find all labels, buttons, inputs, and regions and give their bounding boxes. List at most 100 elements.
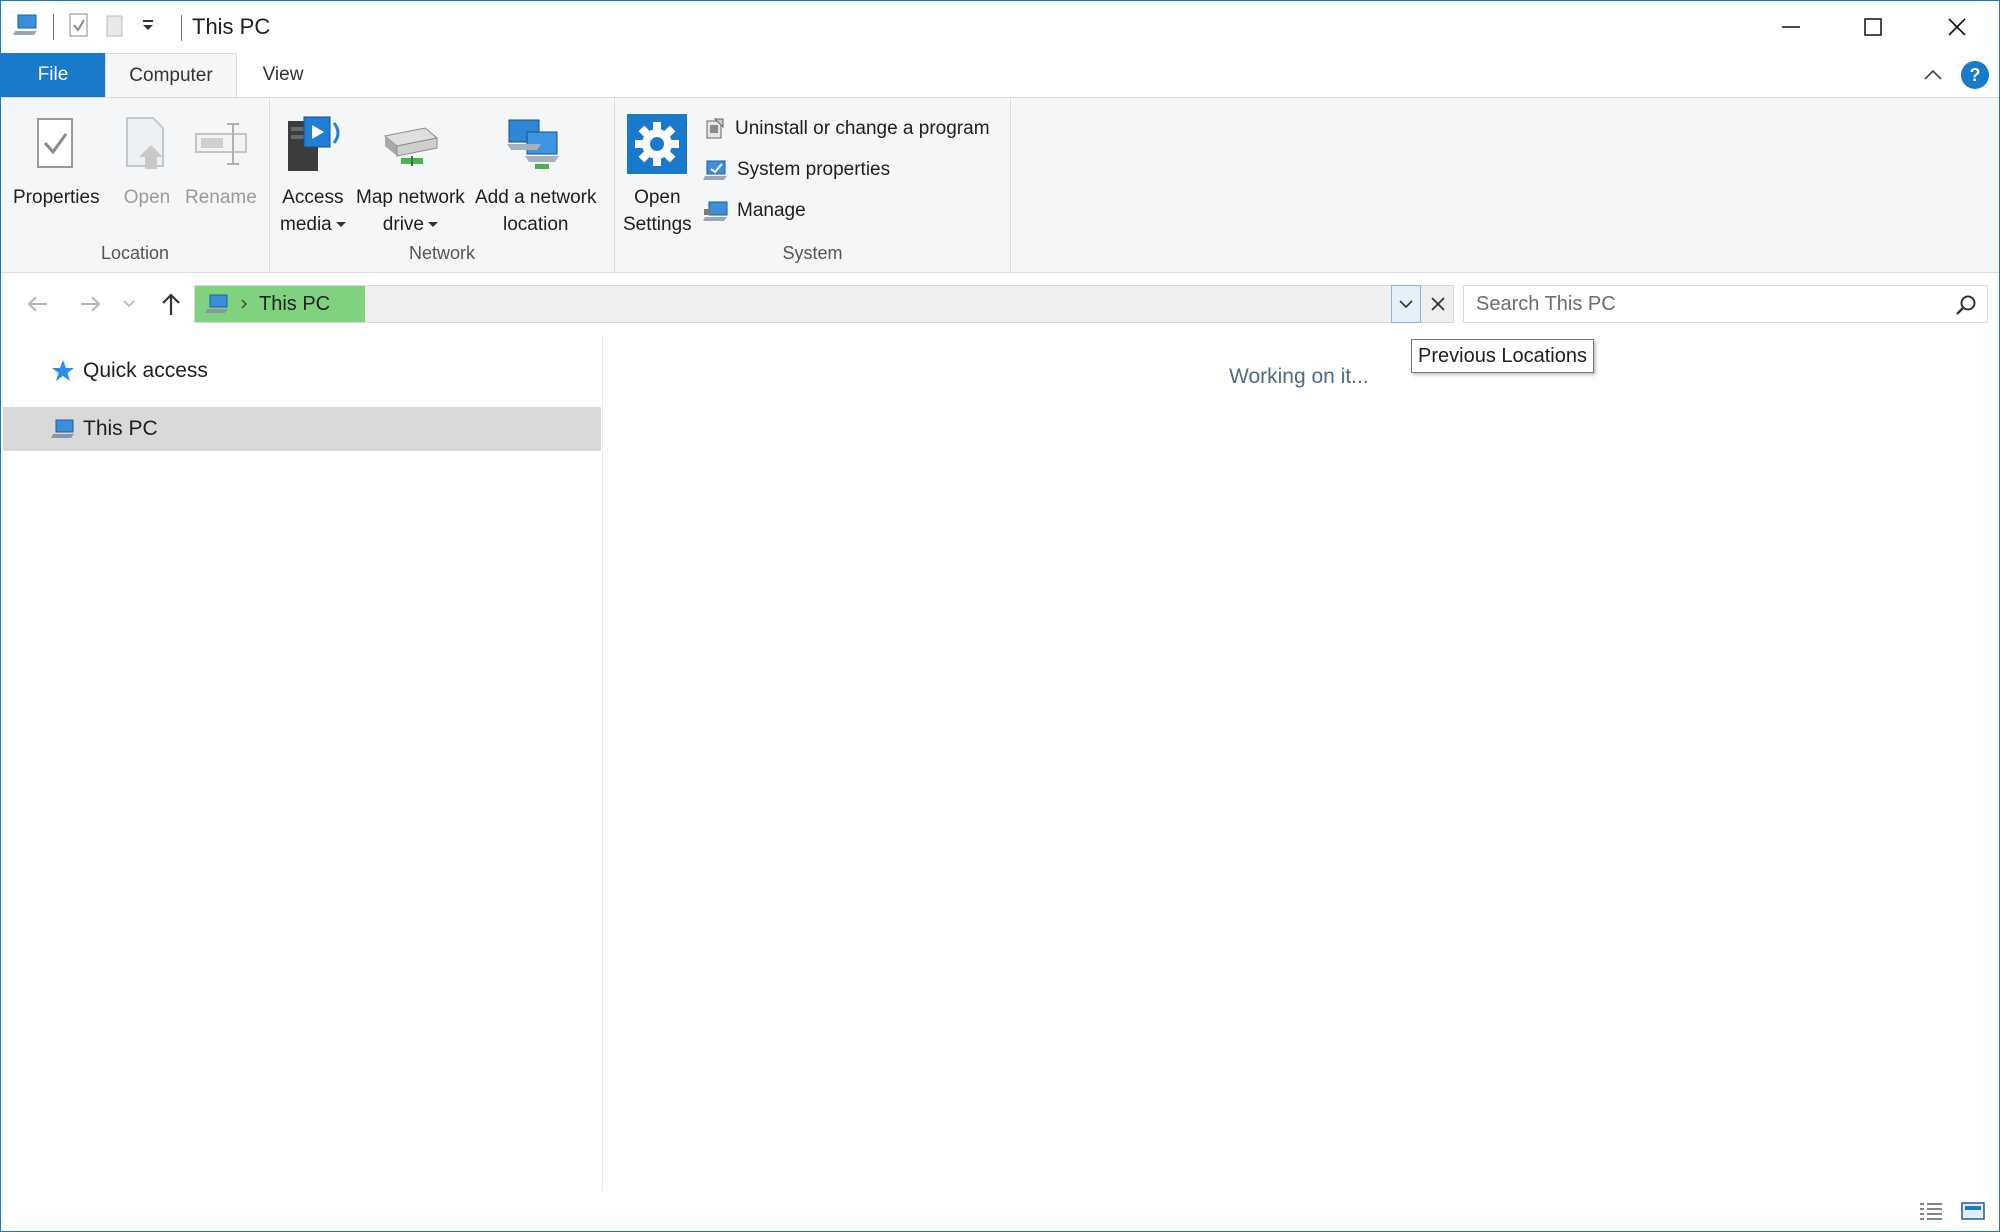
chevron-right-icon xyxy=(241,299,248,309)
forward-button[interactable] xyxy=(73,287,107,321)
details-view-button[interactable] xyxy=(1917,1199,1945,1223)
close-icon xyxy=(1431,297,1445,311)
search-input[interactable]: Search This PC xyxy=(1463,285,1988,323)
properties-button[interactable]: Properties xyxy=(13,108,100,211)
properties-qat-icon[interactable] xyxy=(68,12,90,43)
nav-item-label: This PC xyxy=(83,417,158,440)
maximize-icon xyxy=(1864,18,1882,36)
chevron-up-icon xyxy=(1924,69,1942,80)
network-drive-icon xyxy=(378,108,442,180)
help-button[interactable]: ? xyxy=(1961,61,1989,89)
back-button[interactable] xyxy=(21,287,55,321)
this-pc-icon xyxy=(51,419,74,438)
rename-icon xyxy=(189,108,253,180)
rename-label: Rename xyxy=(185,187,257,208)
up-arrow-icon xyxy=(162,293,180,315)
breadcrumb-this-pc[interactable]: This PC xyxy=(259,293,330,316)
add-network-location-label-line1: Add a network xyxy=(475,187,597,208)
address-bar[interactable]: This PC xyxy=(194,285,1454,323)
new-folder-qat-icon[interactable] xyxy=(104,12,126,43)
nav-item-quick-access[interactable]: Quick access xyxy=(3,349,601,393)
manage-button[interactable]: Manage xyxy=(703,193,806,229)
network-group-label: Network xyxy=(408,243,475,263)
map-network-drive-label-line1: Map network xyxy=(356,187,465,208)
open-settings-label-line2: Settings xyxy=(623,214,692,235)
large-icons-view-button[interactable] xyxy=(1959,1199,1987,1223)
access-media-label-line1: Access xyxy=(282,187,344,208)
map-network-drive-label-line2: drive xyxy=(382,214,424,235)
address-bar-row: This PC Search This PC xyxy=(1,273,1999,335)
recent-locations-button[interactable] xyxy=(117,287,141,321)
navigation-pane: Quick access This PC xyxy=(1,335,603,1191)
uninstall-program-button[interactable]: Uninstall or change a program xyxy=(703,111,990,147)
open-settings-button[interactable]: Open Settings xyxy=(623,108,692,238)
title-separator xyxy=(181,15,182,41)
ribbon-group-location: Properties Open Rename Location xyxy=(1,98,270,272)
nav-item-label: Quick access xyxy=(83,359,208,382)
uninstall-program-label: Uninstall or change a program xyxy=(735,118,990,139)
tab-file[interactable]: File xyxy=(1,53,105,97)
tab-computer[interactable]: Computer xyxy=(105,53,237,98)
loading-status-text: Working on it... xyxy=(1229,365,1369,388)
ribbon-group-network: Access media Map network drive Add a net… xyxy=(270,98,615,272)
up-button[interactable] xyxy=(154,287,188,321)
media-server-icon xyxy=(281,108,345,180)
dropdown-caret-icon xyxy=(427,222,438,228)
system-properties-button[interactable]: System properties xyxy=(703,152,890,188)
ribbon-tab-row: File Computer View ? xyxy=(1,53,1999,98)
open-icon xyxy=(115,108,179,180)
map-network-drive-button[interactable]: Map network drive xyxy=(356,108,465,238)
search-icon[interactable] xyxy=(1955,294,1977,322)
forward-arrow-icon xyxy=(81,296,101,312)
stop-loading-button[interactable] xyxy=(1423,285,1453,323)
dropdown-caret-icon xyxy=(335,222,346,228)
system-properties-icon xyxy=(703,160,727,180)
breadcrumb[interactable]: This PC xyxy=(195,286,365,322)
properties-label: Properties xyxy=(13,187,100,208)
minimize-ribbon-button[interactable] xyxy=(1919,63,1947,87)
ribbon-panel: Properties Open Rename Location Access m… xyxy=(1,97,1999,273)
access-media-label-line2: media xyxy=(280,214,332,235)
file-list-area[interactable]: Working on it... xyxy=(604,335,1999,1191)
help-icon: ? xyxy=(1969,64,1981,85)
computer-management-icon xyxy=(703,201,728,221)
qat-separator xyxy=(53,14,54,40)
large-icons-view-icon xyxy=(1961,1202,1985,1220)
minimize-icon xyxy=(1782,26,1800,28)
network-location-icon xyxy=(504,108,568,180)
customize-qat-dropdown-icon[interactable] xyxy=(140,17,156,38)
this-pc-icon[interactable] xyxy=(13,13,39,42)
chevron-down-icon xyxy=(1399,300,1413,309)
add-network-location-label-line2: location xyxy=(502,214,569,235)
back-arrow-icon xyxy=(27,296,47,312)
open-label: Open xyxy=(123,187,171,208)
file-explorer-window: This PC File Computer View ? Properties xyxy=(0,0,2000,1232)
quick-access-toolbar xyxy=(13,11,156,43)
system-group-label: System xyxy=(782,243,843,263)
maximize-button[interactable] xyxy=(1831,1,1915,53)
add-network-location-button[interactable]: Add a network location xyxy=(475,108,596,238)
minimize-button[interactable] xyxy=(1749,1,1833,53)
programs-icon xyxy=(706,118,724,139)
close-button[interactable] xyxy=(1915,1,1999,53)
open-button[interactable]: Open xyxy=(115,108,179,211)
manage-label: Manage xyxy=(737,200,806,221)
system-properties-label: System properties xyxy=(737,159,891,180)
rename-button[interactable]: Rename xyxy=(185,108,257,211)
close-icon xyxy=(1948,18,1966,36)
window-title: This PC xyxy=(192,14,271,39)
previous-locations-button[interactable] xyxy=(1391,285,1421,323)
ribbon-group-system: Open Settings Uninstall or change a prog… xyxy=(615,98,1011,272)
chevron-down-icon xyxy=(123,300,135,308)
settings-gear-icon xyxy=(625,108,689,180)
status-bar xyxy=(1,1191,1999,1231)
location-group-label: Location xyxy=(100,243,170,263)
details-view-icon xyxy=(1920,1203,1942,1220)
this-pc-icon xyxy=(205,294,228,313)
tab-view[interactable]: View xyxy=(237,53,329,97)
properties-icon xyxy=(24,108,88,180)
star-icon xyxy=(52,360,74,381)
nav-item-this-pc[interactable]: This PC xyxy=(3,407,601,451)
title-bar: This PC xyxy=(1,1,1999,53)
access-media-button[interactable]: Access media xyxy=(280,108,346,238)
